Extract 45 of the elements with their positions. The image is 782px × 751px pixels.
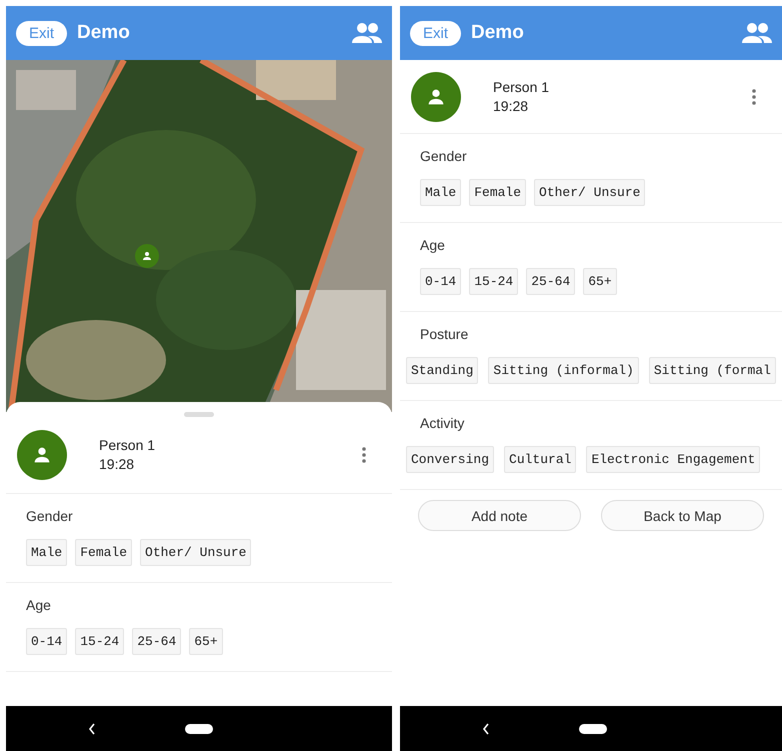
app-title: Demo (471, 22, 524, 44)
avatar-icon (411, 72, 461, 122)
back-icon[interactable] (88, 722, 96, 734)
section-label: Age (420, 237, 445, 253)
person-time: 19:28 (99, 455, 136, 474)
person-time: 19:28 (493, 96, 530, 116)
option-chip[interactable]: Sitting (informal) (488, 357, 639, 384)
option-chip[interactable]: Conversing (406, 446, 494, 473)
more-icon[interactable] (752, 88, 756, 104)
people-icon[interactable] (352, 22, 382, 44)
option-chip[interactable]: Other/ Unsure (140, 539, 252, 566)
option-chip[interactable]: Standing (406, 357, 478, 384)
option-chip[interactable]: Cultural (504, 446, 576, 473)
option-chip[interactable]: 65+ (189, 628, 223, 655)
option-chip[interactable]: 25-64 (526, 268, 576, 295)
action-button[interactable]: Add note (418, 500, 581, 531)
app-title: Demo (77, 22, 130, 44)
option-chip[interactable]: Male (26, 539, 68, 566)
section-label: Activity (420, 415, 464, 431)
home-button[interactable] (185, 724, 213, 734)
section-label: Gender (420, 148, 467, 164)
option-chip[interactable]: Female (75, 539, 132, 566)
avatar-icon (17, 430, 67, 480)
option-chip[interactable]: 25-64 (132, 628, 182, 655)
person-name: Person 1 (493, 78, 550, 96)
people-icon[interactable] (742, 22, 772, 44)
home-button[interactable] (579, 724, 607, 734)
option-chip[interactable]: Electronic Engagement (586, 446, 760, 473)
drag-handle[interactable] (184, 412, 214, 417)
person-name: Person 1 (99, 436, 156, 455)
option-chip[interactable]: Female (469, 179, 526, 206)
back-icon[interactable] (482, 722, 490, 734)
option-chip[interactable]: 15-24 (469, 268, 518, 295)
option-chip[interactable]: 0-14 (26, 628, 68, 655)
more-icon[interactable] (362, 447, 366, 463)
section-label: Gender (26, 508, 73, 524)
section-label: Posture (420, 326, 468, 342)
option-chip[interactable]: 65+ (583, 268, 617, 295)
option-chip[interactable]: 15-24 (75, 628, 124, 655)
option-chip[interactable]: Sitting (formal (648, 357, 776, 384)
option-chip[interactable]: Other/ Unsure (534, 179, 646, 206)
option-chip[interactable]: Male (420, 179, 462, 206)
option-chip[interactable]: 0-14 (420, 268, 462, 295)
section-label: Age (26, 597, 51, 613)
action-button[interactable]: Back to Map (601, 500, 764, 531)
